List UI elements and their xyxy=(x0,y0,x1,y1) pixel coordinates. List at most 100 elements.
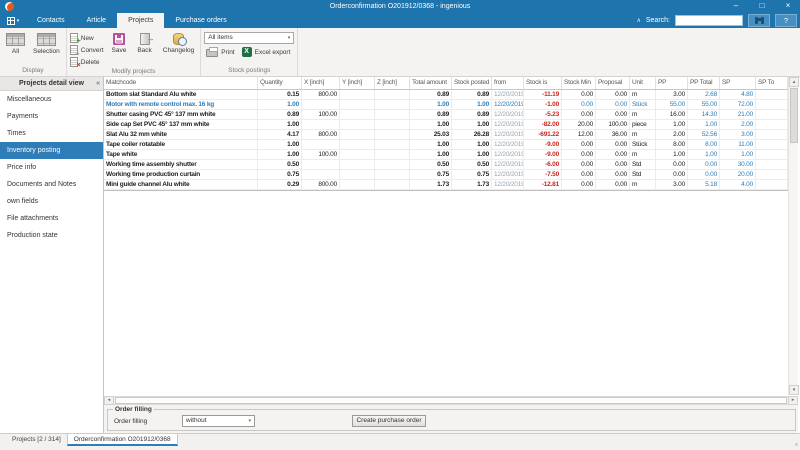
cell-matchcode[interactable]: Tape coiler rotatable xyxy=(104,140,258,149)
cell-sp-to[interactable] xyxy=(756,110,788,119)
table-row[interactable]: Motor with remote control max. 16 kg1.00… xyxy=(104,100,788,110)
help-button[interactable]: ? xyxy=(775,14,797,27)
app-menu-button[interactable]: ▾ xyxy=(0,13,26,28)
cell-x-inch[interactable]: 800.00 xyxy=(302,90,340,99)
cell-stock-min[interactable]: 0.00 xyxy=(562,110,596,119)
menu-tab-projects[interactable]: Projects xyxy=(117,13,164,28)
cell-pp[interactable]: 1.00 xyxy=(656,150,688,159)
cell-unit[interactable]: Std xyxy=(630,170,656,179)
cell-sp[interactable]: 1.00 xyxy=(720,150,756,159)
cell-quantity[interactable]: 0.75 xyxy=(258,170,302,179)
minimize-button[interactable]: – xyxy=(724,0,748,13)
cell-z-inch[interactable] xyxy=(375,130,410,139)
cell-y-inch[interactable] xyxy=(340,120,375,129)
column-header-unit[interactable]: Unit xyxy=(630,77,656,89)
delete-button[interactable]: × Delete xyxy=(70,57,104,67)
cell-sp[interactable]: 11.00 xyxy=(720,140,756,149)
cell-unit[interactable]: m xyxy=(630,90,656,99)
cell-pp-total[interactable]: 0.00 xyxy=(688,170,720,179)
cell-z-inch[interactable] xyxy=(375,140,410,149)
cell-quantity[interactable]: 1.00 xyxy=(258,140,302,149)
cell-proposal[interactable]: 0.00 xyxy=(596,160,630,169)
table-row[interactable]: Tape coiler rotatable1.001.001.0012/20/2… xyxy=(104,140,788,150)
horizontal-scroll-thumb[interactable] xyxy=(115,397,787,404)
column-header-pp-total[interactable]: PP Total xyxy=(688,77,720,89)
cell-proposal[interactable]: 0.00 xyxy=(596,180,630,189)
cell-pp[interactable]: 3.00 xyxy=(656,90,688,99)
cell-sp-to[interactable] xyxy=(756,120,788,129)
column-header-from[interactable]: from xyxy=(492,77,524,89)
cell-stock-posted[interactable]: 1.00 xyxy=(452,140,492,149)
cell-from[interactable]: 12/20/2019 xyxy=(492,150,524,159)
cell-matchcode[interactable]: Shutter casing PVC 45° 137 mm white xyxy=(104,110,258,119)
close-button[interactable]: × xyxy=(776,0,800,13)
menu-tab-article[interactable]: Article xyxy=(76,13,117,28)
cell-x-inch[interactable]: 100.00 xyxy=(302,110,340,119)
cell-proposal[interactable]: 0.00 xyxy=(596,140,630,149)
cell-total-amount[interactable]: 1.00 xyxy=(410,120,452,129)
cell-stock-posted[interactable]: 0.89 xyxy=(452,90,492,99)
cell-x-inch[interactable] xyxy=(302,170,340,179)
menu-tab-contacts[interactable]: Contacts xyxy=(26,13,76,28)
table-row[interactable]: Working time assembly shutter0.500.500.5… xyxy=(104,160,788,170)
cell-z-inch[interactable] xyxy=(375,110,410,119)
cell-stock-is[interactable]: -6.00 xyxy=(524,160,562,169)
cell-y-inch[interactable] xyxy=(340,180,375,189)
scroll-right-icon[interactable]: ▸ xyxy=(788,396,798,405)
cell-from[interactable]: 12/20/2019 xyxy=(492,170,524,179)
column-header-sp[interactable]: SP xyxy=(720,77,756,89)
column-header-stock-min[interactable]: Stock Min xyxy=(562,77,596,89)
sidebar-item-own-fields[interactable]: own fields xyxy=(0,193,103,210)
cell-z-inch[interactable] xyxy=(375,90,410,99)
cell-y-inch[interactable] xyxy=(340,140,375,149)
cell-from[interactable]: 12/20/2019 xyxy=(492,110,524,119)
cell-quantity[interactable]: 1.00 xyxy=(258,120,302,129)
stock-items-dropdown[interactable]: All items ▾ xyxy=(204,32,294,44)
cell-stock-posted[interactable]: 1.00 xyxy=(452,100,492,109)
cell-matchcode[interactable]: Bottom slat Standard Alu white xyxy=(104,90,258,99)
cell-unit[interactable]: Stück xyxy=(630,100,656,109)
cell-sp-to[interactable] xyxy=(756,160,788,169)
cell-total-amount[interactable]: 0.50 xyxy=(410,160,452,169)
sidebar-item-documents-and-notes[interactable]: Documents and Notes xyxy=(0,176,103,193)
cell-stock-min[interactable]: 0.00 xyxy=(562,180,596,189)
table-row[interactable]: Tape white1.00100.001.001.0012/20/2019-9… xyxy=(104,150,788,160)
cell-stock-is[interactable]: -691.22 xyxy=(524,130,562,139)
cell-total-amount[interactable]: 1.00 xyxy=(410,100,452,109)
cell-z-inch[interactable] xyxy=(375,150,410,159)
cell-pp-total[interactable]: 8.00 xyxy=(688,140,720,149)
selection-button[interactable]: Selection xyxy=(30,30,63,55)
cell-unit[interactable]: piece xyxy=(630,120,656,129)
column-header-y-inch[interactable]: Y [inch] xyxy=(340,77,375,89)
cell-y-inch[interactable] xyxy=(340,100,375,109)
cell-matchcode[interactable]: Tape white xyxy=(104,150,258,159)
cell-x-inch[interactable] xyxy=(302,100,340,109)
cell-from[interactable]: 12/20/2019 xyxy=(492,130,524,139)
sidebar-item-miscellaneous[interactable]: Miscellaneous xyxy=(0,91,103,108)
column-header-total-amount[interactable]: Total amount xyxy=(410,77,452,89)
sidebar-item-times[interactable]: Times xyxy=(0,125,103,142)
cell-sp-to[interactable] xyxy=(756,170,788,179)
cell-sp[interactable]: 2.00 xyxy=(720,120,756,129)
cell-from[interactable]: 12/20/2019 xyxy=(492,160,524,169)
table-row[interactable]: Shutter casing PVC 45° 137 mm white0.891… xyxy=(104,110,788,120)
ribbon-collapse-icon[interactable]: ∧ xyxy=(636,17,640,24)
cell-x-inch[interactable]: 100.00 xyxy=(302,150,340,159)
cell-sp-to[interactable] xyxy=(756,150,788,159)
cell-stock-is[interactable]: -11.19 xyxy=(524,90,562,99)
sidebar-item-payments[interactable]: Payments xyxy=(0,108,103,125)
cell-sp[interactable]: 30.00 xyxy=(720,160,756,169)
cell-proposal[interactable]: 0.00 xyxy=(596,100,630,109)
table-row[interactable]: Side cap Set PVC 45° 137 mm white1.001.0… xyxy=(104,120,788,130)
cell-stock-posted[interactable]: 1.00 xyxy=(452,150,492,159)
cell-pp-total[interactable]: 52.56 xyxy=(688,130,720,139)
cell-matchcode[interactable]: Working time production curtain xyxy=(104,170,258,179)
cell-total-amount[interactable]: 0.89 xyxy=(410,90,452,99)
cell-sp-to[interactable] xyxy=(756,90,788,99)
cell-y-inch[interactable] xyxy=(340,130,375,139)
cell-proposal[interactable]: 0.00 xyxy=(596,150,630,159)
search-input[interactable] xyxy=(675,15,743,26)
cell-pp[interactable]: 55.00 xyxy=(656,100,688,109)
cell-pp-total[interactable]: 14.30 xyxy=(688,110,720,119)
cell-total-amount[interactable]: 1.00 xyxy=(410,140,452,149)
